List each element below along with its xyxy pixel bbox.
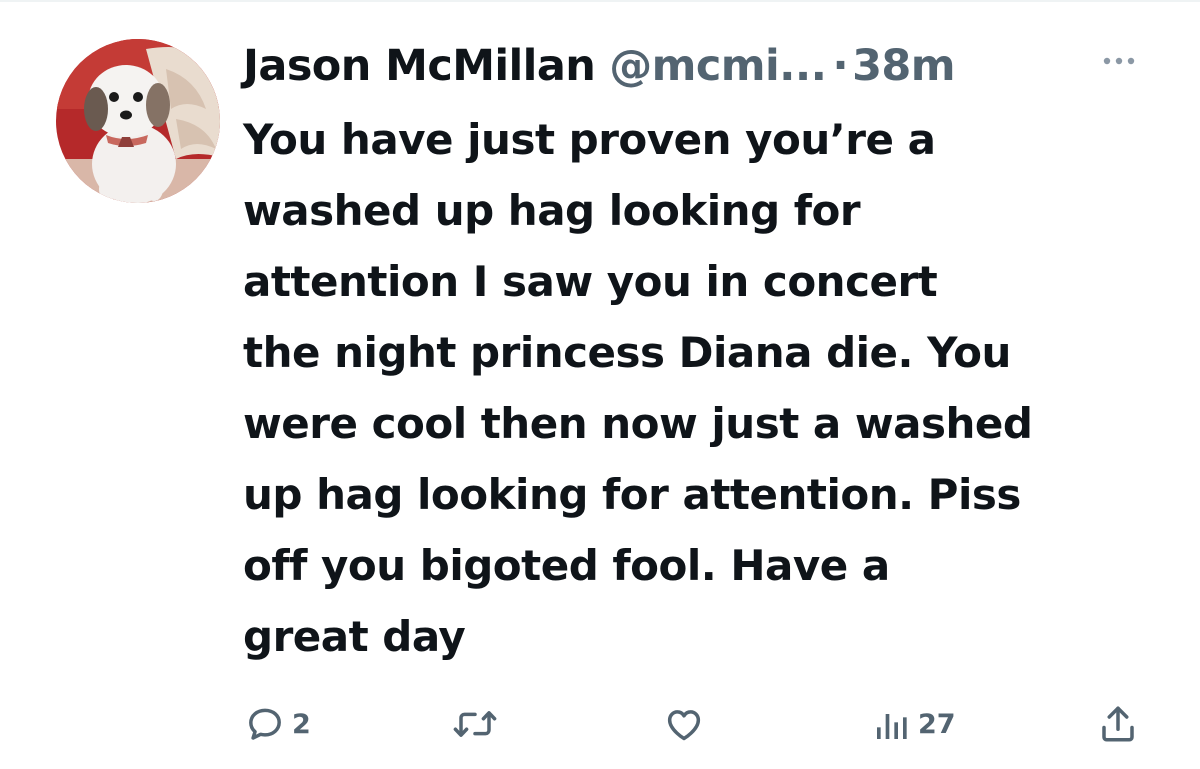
tweet-text: You have just proven you’re a washed up … bbox=[243, 115, 1033, 661]
reply-count: 2 bbox=[292, 708, 311, 740]
reply-button[interactable]: 2 bbox=[244, 698, 311, 750]
display-name[interactable]: Jason McMillan bbox=[243, 36, 596, 96]
more-options-button[interactable] bbox=[1097, 46, 1141, 76]
more-horizontal-icon bbox=[1103, 57, 1135, 65]
share-button[interactable] bbox=[1097, 698, 1139, 750]
avatar[interactable] bbox=[56, 39, 220, 203]
tweet-card: Jason McMillan @mcmi... · 38m You have j… bbox=[0, 0, 1200, 769]
share-icon bbox=[1102, 706, 1134, 742]
retweet-button[interactable] bbox=[452, 698, 504, 750]
views-count: 27 bbox=[918, 708, 956, 740]
like-icon bbox=[667, 710, 701, 741]
timestamp[interactable]: 38m bbox=[852, 36, 955, 96]
user-handle[interactable]: @mcmi... bbox=[609, 36, 827, 96]
separator-dot: · bbox=[832, 41, 849, 91]
like-button[interactable] bbox=[662, 698, 712, 750]
dog-avatar-image bbox=[56, 39, 220, 203]
tweet-header: Jason McMillan @mcmi... · 38m bbox=[243, 36, 956, 96]
retweet-icon bbox=[453, 711, 497, 737]
views-icon bbox=[877, 714, 907, 739]
tweet-actions: 2 27 bbox=[0, 698, 1200, 750]
views-button[interactable]: 27 bbox=[872, 698, 956, 750]
reply-icon bbox=[249, 708, 281, 740]
